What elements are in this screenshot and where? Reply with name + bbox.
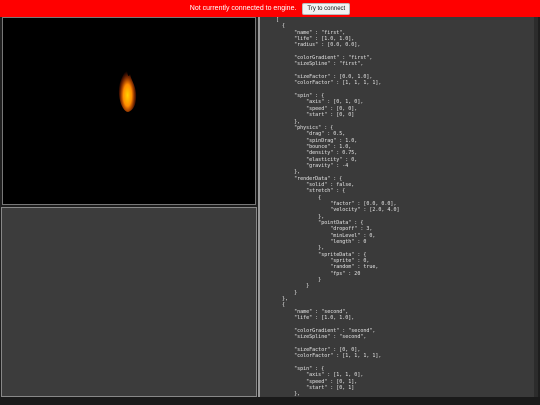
json-config-editor[interactable]: [ { "name" : "first", "life" : [1.0, 1.0… <box>258 17 538 397</box>
try-to-connect-button[interactable]: Try to connect <box>302 2 351 15</box>
status-bar <box>0 397 540 405</box>
secondary-panel <box>1 207 257 397</box>
particle-preview-viewport[interactable] <box>2 17 256 205</box>
connection-banner: Not currently connected to engine. Try t… <box>0 0 540 17</box>
editor-scrollbar[interactable] <box>534 17 538 397</box>
editor-code-text[interactable]: [ { "name" : "first", "life" : [1.0, 1.0… <box>260 17 538 397</box>
particle-flame <box>118 68 137 112</box>
connection-status-message: Not currently connected to engine. <box>189 5 297 12</box>
